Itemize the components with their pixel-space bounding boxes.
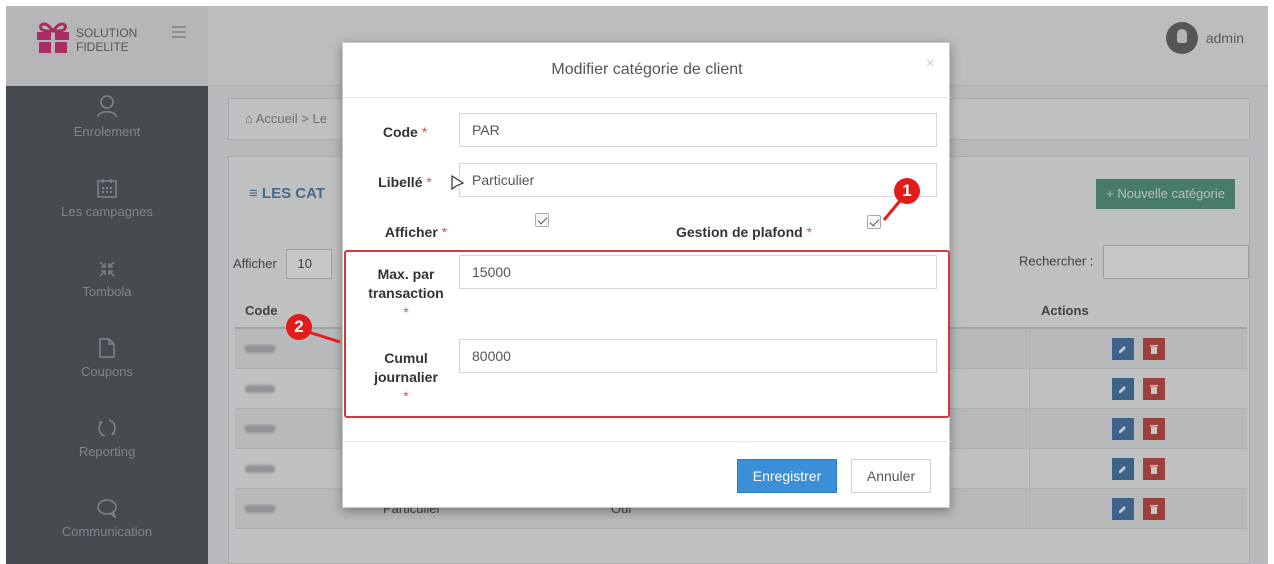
app-window: SOLUTION FIDELITE admin Enrolement Les c…	[6, 6, 1268, 564]
annotation-badge-1: 1	[894, 178, 920, 204]
annotation-badge-2: 2	[286, 314, 312, 340]
annotation-arrows	[301, 195, 906, 344]
